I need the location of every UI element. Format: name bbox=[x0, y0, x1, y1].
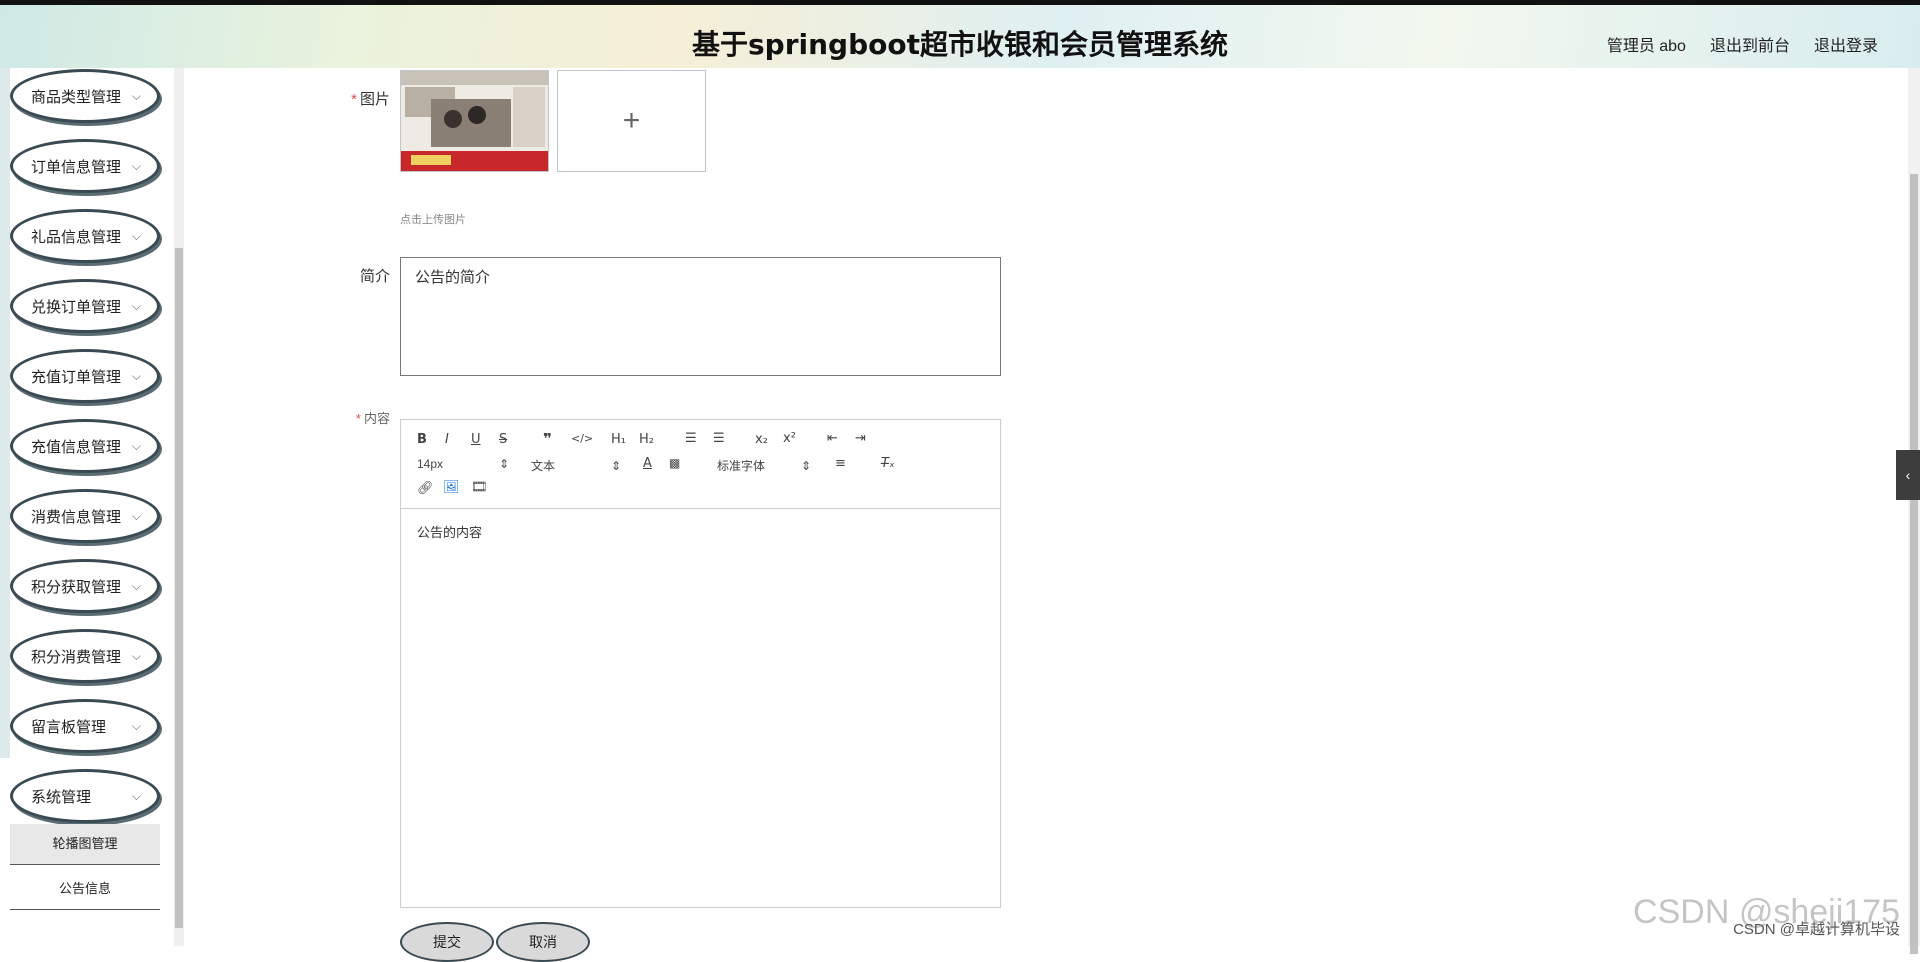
required-mark: * bbox=[355, 411, 361, 426]
current-user: 管理员 abo bbox=[1606, 38, 1686, 55]
chevron-down-icon: ⌵ bbox=[131, 649, 141, 663]
chevron-down-icon: ⌵ bbox=[131, 369, 141, 383]
to-front-link[interactable]: 退出到前台 bbox=[1710, 32, 1790, 56]
clear-format-icon[interactable]: T̶ₓ bbox=[881, 456, 895, 471]
background-color-icon[interactable]: ▩ bbox=[669, 456, 680, 470]
subscript-icon[interactable]: x₂ bbox=[755, 432, 768, 447]
sidebar-item-order[interactable]: 订单信息管理 ⌵ bbox=[10, 139, 160, 193]
sidebar-item-label: 系统管理 bbox=[31, 788, 92, 806]
sidebar-item-points-use[interactable]: 积分消费管理 ⌵ bbox=[10, 629, 160, 683]
sidebar-item-label: 留言板管理 bbox=[31, 718, 107, 736]
outdent-icon[interactable]: ⇤ bbox=[827, 431, 838, 446]
bullet-list-icon[interactable]: ☰ bbox=[713, 431, 725, 446]
sidebar-item-label: 充值信息管理 bbox=[31, 438, 122, 456]
sidebar-band bbox=[0, 68, 10, 758]
sidebar-item-message-board[interactable]: 留言板管理 ⌵ bbox=[10, 699, 160, 753]
sidebar-item-label: 订单信息管理 bbox=[31, 158, 122, 176]
underline-icon[interactable]: U bbox=[471, 432, 481, 447]
chevron-down-icon: ⌵ bbox=[131, 509, 141, 523]
chevron-down-icon: ⌵ bbox=[131, 89, 141, 103]
header-links: 管理员 abo 退出到前台 退出登录 bbox=[1607, 32, 1878, 56]
plus-icon: + bbox=[622, 104, 641, 137]
sidebar-item-recharge-info[interactable]: 充值信息管理 ⌵ bbox=[10, 419, 160, 473]
sidebar-item-label: 积分消费管理 bbox=[31, 648, 122, 666]
font-color-icon[interactable]: A bbox=[643, 456, 652, 471]
image-icon[interactable]: 🖼︎ bbox=[443, 480, 460, 495]
code-icon[interactable]: </> bbox=[571, 432, 593, 445]
select-arrows-icon: ⇕ bbox=[611, 459, 622, 473]
chevron-down-icon: ⌵ bbox=[131, 439, 141, 453]
sidebar-item-product-type[interactable]: 商品类型管理 ⌵ bbox=[10, 69, 160, 123]
watermark-caption: CSDN @卓越计算机毕设 bbox=[1733, 921, 1900, 938]
sidebar-item-label: 积分获取管理 bbox=[31, 578, 122, 596]
chevron-down-icon: ⌵ bbox=[131, 719, 141, 733]
select-arrows-icon: ⇕ bbox=[801, 459, 812, 473]
video-icon[interactable]: 🎞︎ bbox=[471, 480, 488, 495]
top-header: 基于springboot超市收银和会员管理系统 管理员 abo 退出到前台 退出… bbox=[0, 0, 1920, 68]
submit-button[interactable]: 提交 bbox=[400, 922, 494, 962]
intro-textarea[interactable]: 公告的简介 bbox=[400, 257, 1001, 376]
ordered-list-icon[interactable]: ☰ bbox=[685, 431, 697, 446]
cancel-button[interactable]: 取消 bbox=[496, 922, 590, 962]
main-scrollbar[interactable] bbox=[1908, 68, 1920, 954]
sidebar-subitem-carousel[interactable]: 轮播图管理 bbox=[10, 824, 160, 865]
sidebar-item-recharge-order[interactable]: 充值订单管理 ⌵ bbox=[10, 349, 160, 403]
sidebar-item-label: 消费信息管理 bbox=[31, 508, 122, 526]
sidebar-item-label: 充值订单管理 bbox=[31, 368, 122, 386]
select-arrows-icon: ⇕ bbox=[499, 457, 510, 471]
text-style-select[interactable]: 文本 ⇕ bbox=[531, 457, 621, 474]
sidebar: 商品类型管理 ⌵ 订单信息管理 ⌵ 礼品信息管理 ⌵ 兑换订单管理 ⌵ 充值订单… bbox=[0, 68, 172, 946]
chevron-down-icon: ⌵ bbox=[131, 579, 141, 593]
upload-image-button[interactable]: + bbox=[557, 70, 706, 172]
font-size-select[interactable]: 14px ⇕ bbox=[417, 457, 509, 471]
sidebar-item-gift[interactable]: 礼品信息管理 ⌵ bbox=[10, 209, 160, 263]
newspaper-image bbox=[401, 71, 548, 171]
bold-icon[interactable]: B bbox=[417, 432, 427, 447]
required-mark: * bbox=[351, 91, 357, 108]
heading1-icon[interactable]: H₁ bbox=[611, 432, 626, 447]
uploaded-image-thumbnail[interactable] bbox=[400, 70, 549, 172]
sidebar-item-label: 商品类型管理 bbox=[31, 88, 122, 106]
editor-content[interactable]: 公告的内容 bbox=[417, 522, 482, 541]
chevron-left-icon: ‹ bbox=[1905, 467, 1911, 483]
heading2-icon[interactable]: H₂ bbox=[639, 432, 654, 447]
blockquote-icon[interactable]: ❞ bbox=[543, 430, 552, 448]
chevron-down-icon: ⌵ bbox=[131, 789, 141, 803]
font-family-select[interactable]: 标准字体 ⇕ bbox=[717, 457, 811, 474]
content-label: * 内容 bbox=[355, 411, 390, 426]
indent-icon[interactable]: ⇥ bbox=[855, 431, 866, 446]
upload-hint: 点击上传图片 bbox=[400, 214, 466, 226]
sidebar-item-points-gain[interactable]: 积分获取管理 ⌵ bbox=[10, 559, 160, 613]
intro-label: 简介 bbox=[359, 268, 390, 285]
link-icon[interactable]: 🔗︎ bbox=[417, 481, 434, 496]
chevron-down-icon: ⌵ bbox=[131, 299, 141, 313]
sidebar-item-system[interactable]: 系统管理 ⌵ bbox=[10, 769, 160, 823]
strikethrough-icon[interactable]: S bbox=[499, 432, 507, 447]
chevron-down-icon: ⌵ bbox=[131, 159, 141, 173]
align-icon[interactable]: ≡ bbox=[835, 456, 846, 471]
image-label: * 图片 bbox=[351, 91, 390, 108]
sidebar-subitem-notice[interactable]: 公告信息 bbox=[10, 869, 160, 910]
rich-text-editor[interactable]: B I U S ❞ </> H₁ H₂ ☰ ☰ x₂ x² ⇤ ⇥ 14px ⇕ … bbox=[400, 419, 1001, 908]
chevron-down-icon: ⌵ bbox=[131, 229, 141, 243]
sidebar-item-consumption[interactable]: 消费信息管理 ⌵ bbox=[10, 489, 160, 543]
logout-link[interactable]: 退出登录 bbox=[1814, 32, 1878, 56]
italic-icon[interactable]: I bbox=[445, 432, 449, 447]
superscript-icon[interactable]: x² bbox=[783, 431, 796, 446]
scrollbar-thumb[interactable] bbox=[1910, 174, 1918, 954]
sidebar-scrollbar[interactable] bbox=[174, 68, 184, 946]
collapse-panel-button[interactable]: ‹ bbox=[1896, 450, 1920, 500]
scrollbar-thumb[interactable] bbox=[175, 248, 183, 928]
editor-toolbar: B I U S ❞ </> H₁ H₂ ☰ ☰ x₂ x² ⇤ ⇥ 14px ⇕ … bbox=[401, 420, 1000, 509]
sidebar-item-exchange-order[interactable]: 兑换订单管理 ⌵ bbox=[10, 279, 160, 333]
sidebar-item-label: 兑换订单管理 bbox=[31, 298, 122, 316]
sidebar-item-label: 礼品信息管理 bbox=[31, 228, 122, 246]
